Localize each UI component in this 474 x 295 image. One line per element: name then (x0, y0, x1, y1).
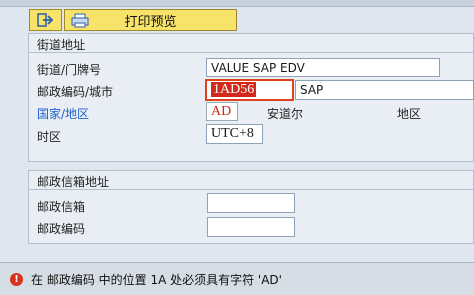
top-strip (0, 0, 474, 7)
po-box-input[interactable] (207, 193, 295, 213)
error-icon: ! (10, 272, 23, 286)
country-region-label[interactable]: 国家/地区 (37, 105, 89, 122)
timezone-label: 时区 (37, 130, 62, 144)
country-name: 安道尔 (267, 107, 304, 121)
street-input[interactable]: VALUE SAP EDV (206, 58, 440, 77)
section-divider (28, 52, 474, 53)
status-message[interactable]: 在 邮政编码 中的位置 1A 处必须具有字符 'AD' (31, 271, 282, 288)
status-bar: ! 在 邮政编码 中的位置 1A 处必须具有字符 'AD' (0, 262, 474, 295)
exit-button[interactable] (29, 9, 62, 31)
street-address-title: 街道地址 (37, 38, 86, 52)
print-preview-label: 打印预览 (124, 14, 177, 30)
country-input[interactable]: AD (206, 102, 238, 121)
printer-icon (71, 13, 89, 28)
po-box-label: 邮政信箱 (37, 200, 86, 214)
city-input[interactable]: SAP (295, 80, 474, 100)
region-label: 地区 (397, 107, 422, 121)
po-box-postal-input[interactable] (207, 217, 295, 237)
po-box-title: 邮政信箱地址 (37, 175, 110, 189)
po-box-postal-label: 邮政编码 (37, 222, 86, 236)
postal-city-label: 邮政编码/城市 (37, 85, 114, 99)
postal-code-value: 1AD56 (211, 82, 257, 97)
section-divider (28, 189, 474, 190)
exit-arrow-icon (36, 13, 55, 27)
print-preview-button[interactable]: 打印预览 (64, 9, 237, 31)
timezone-input[interactable]: UTC+8 (206, 124, 263, 144)
postal-code-input[interactable]: 1AD56 (205, 79, 294, 101)
street-label: 街道/门牌号 (37, 63, 102, 77)
